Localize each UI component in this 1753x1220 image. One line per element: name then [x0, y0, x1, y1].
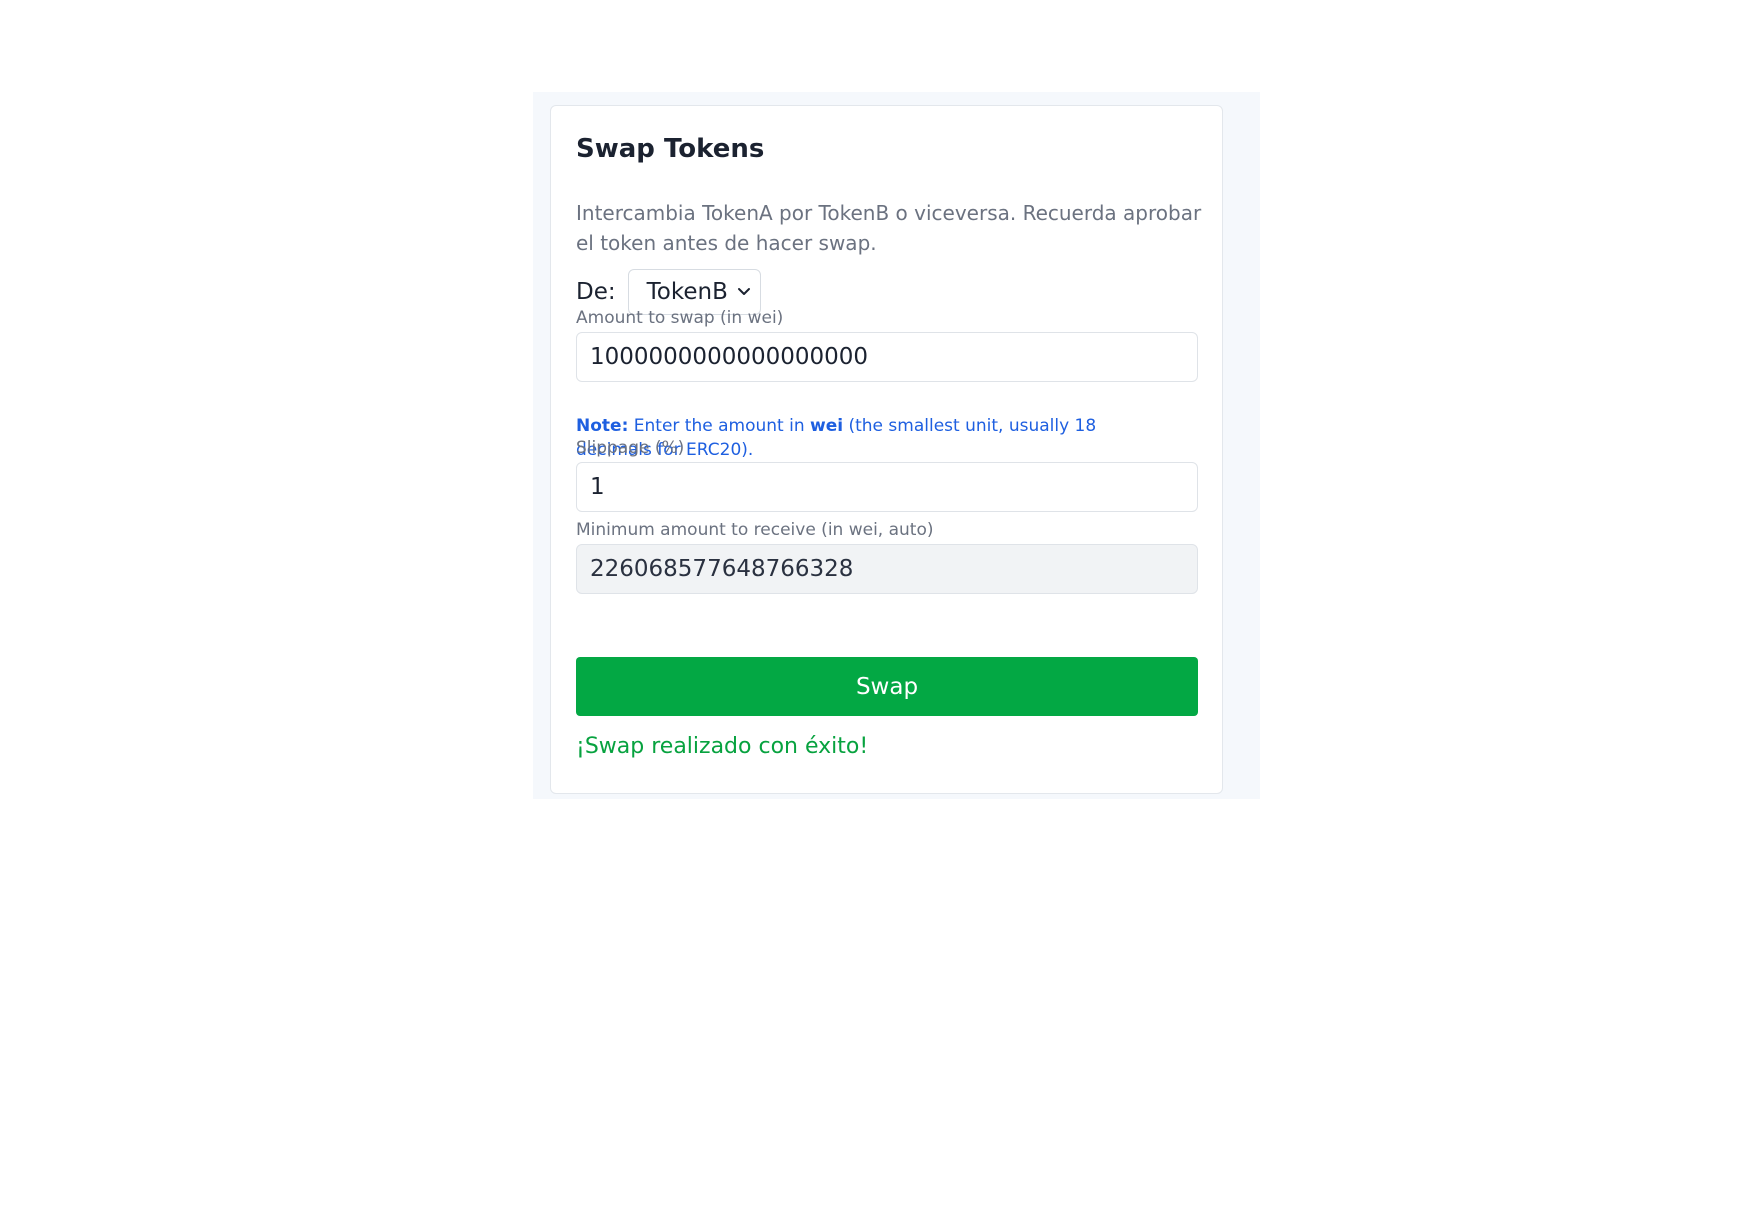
- page-title: Swap Tokens: [576, 134, 765, 164]
- swap-panel-background: Swap Tokens Intercambia TokenA por Token…: [533, 92, 1260, 799]
- swap-button[interactable]: Swap: [576, 657, 1198, 716]
- slippage-label: Slippage (%): [576, 438, 685, 458]
- note-text-before: Enter the amount in: [628, 416, 811, 436]
- min-receive-input: 226068577648766328: [576, 544, 1198, 594]
- chevron-down-icon: [737, 288, 750, 295]
- min-receive-label: Minimum amount to receive (in wei, auto): [576, 520, 934, 540]
- amount-input[interactable]: 1000000000000000000: [576, 332, 1198, 382]
- from-label: De:: [576, 279, 616, 305]
- slippage-input[interactable]: 1: [576, 462, 1198, 512]
- note-prefix: Note:: [576, 416, 629, 436]
- note-emphasis: wei: [810, 416, 844, 436]
- swap-card: Swap Tokens Intercambia TokenA por Token…: [550, 105, 1223, 794]
- success-message: ¡Swap realizado con éxito!: [576, 734, 869, 759]
- swap-description: Intercambia TokenA por TokenB o vicevers…: [576, 201, 1202, 255]
- from-token-selected-value: TokenB: [646, 279, 728, 305]
- min-receive-input-value: 226068577648766328: [590, 556, 854, 582]
- amount-label: Amount to swap (in wei): [576, 308, 784, 328]
- slippage-input-value: 1: [590, 474, 605, 500]
- amount-input-value: 1000000000000000000: [590, 344, 869, 370]
